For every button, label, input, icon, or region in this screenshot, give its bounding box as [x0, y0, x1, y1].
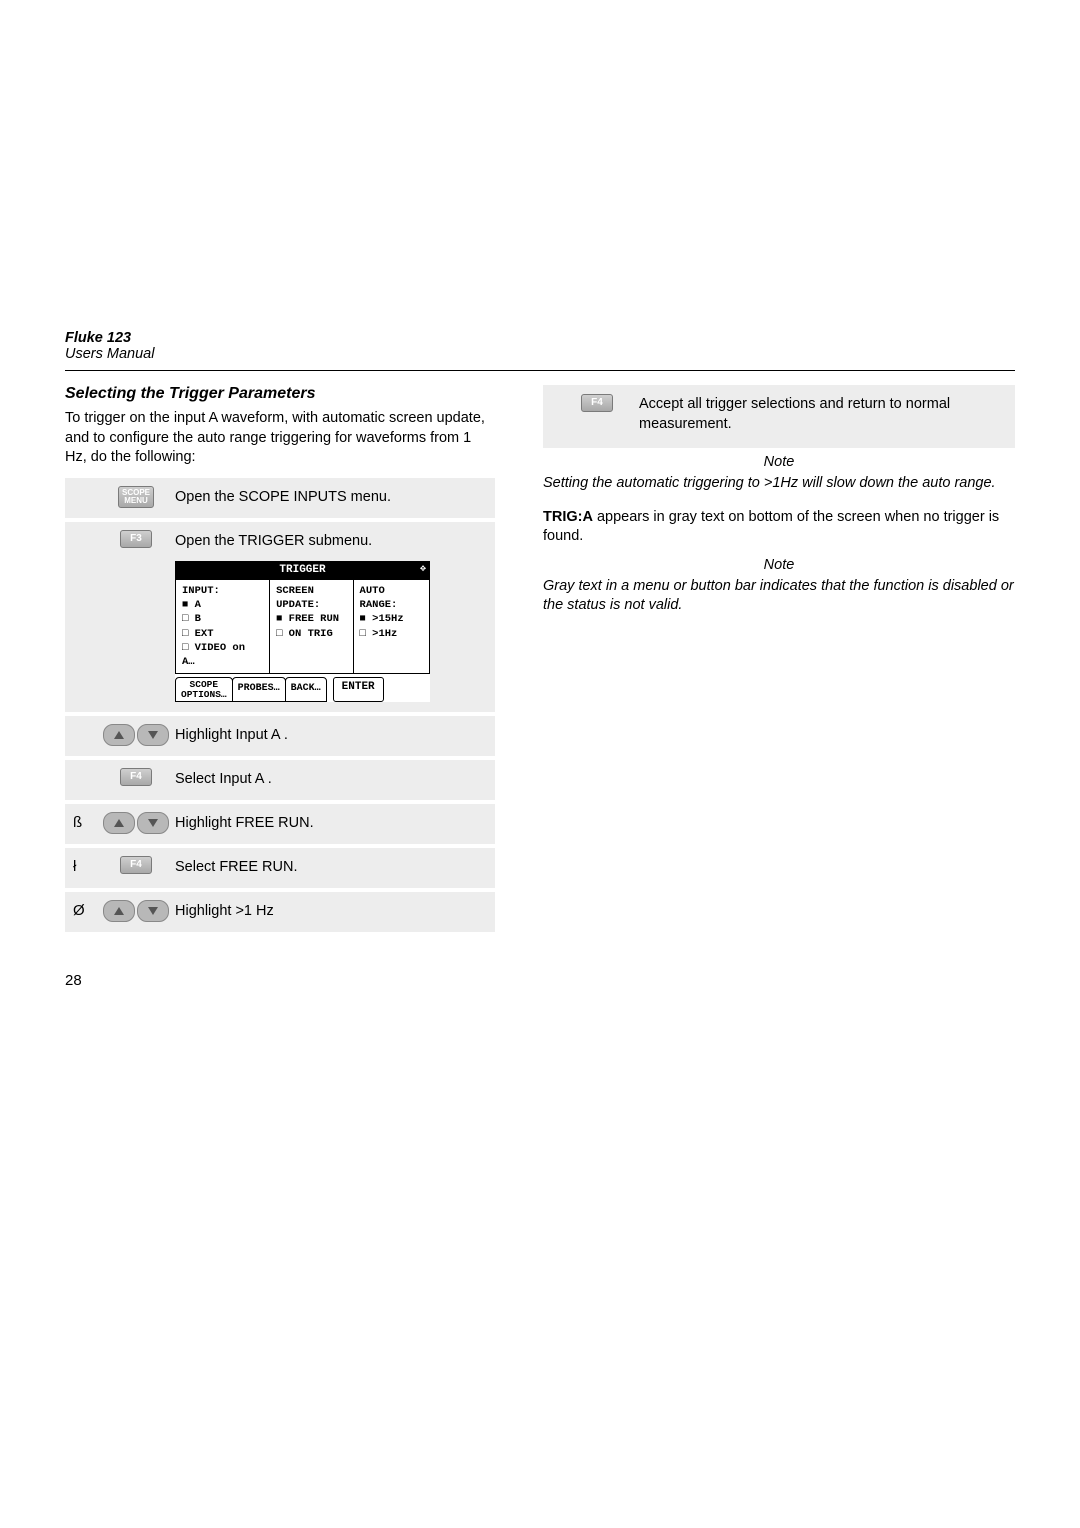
step-number: Ø: [73, 898, 97, 919]
step-number: [73, 766, 97, 770]
step-text: Accept all trigger selections and return…: [639, 391, 1007, 434]
content-columns: Selecting the Trigger Parameters To trig…: [65, 385, 1015, 989]
page-number: 28: [65, 972, 495, 989]
note-heading: Note: [543, 454, 1015, 470]
product-name: Fluke 123: [65, 330, 1015, 346]
right-column: F4 Accept all trigger selections and ret…: [543, 385, 1015, 989]
step-text: Highlight FREE RUN.: [175, 810, 487, 834]
step-number: [73, 484, 97, 488]
step-key: SCOPEMENU: [97, 484, 175, 508]
note-body: Gray text in a menu or button bar indica…: [543, 577, 1015, 616]
step-number: ł: [73, 854, 97, 875]
trigger-menu-illustration: TRIGGER ✥ INPUT: A B EXT VIDEO on A…: [175, 561, 430, 702]
step-key: F4: [97, 766, 175, 786]
step-row: F4 Select Input A .: [65, 760, 495, 800]
f3-key-icon: F3: [120, 530, 152, 548]
f4-key-icon: F4: [120, 856, 152, 874]
step-row: F3 Open the TRIGGER submenu. TRIGGER ✥ I: [65, 522, 495, 712]
down-arrow-icon: [137, 724, 169, 746]
header-rule: [65, 370, 1015, 371]
f4-key-icon: F4: [581, 394, 613, 412]
step-text: Open the TRIGGER submenu. TRIGGER ✥ INPU…: [175, 528, 487, 702]
step-row: SCOPEMENU Open the SCOPE INPUTS menu.: [65, 478, 495, 518]
scope-menu-key-icon: SCOPEMENU: [118, 486, 154, 508]
step-row: Highlight Input A .: [65, 716, 495, 756]
left-column: Selecting the Trigger Parameters To trig…: [65, 385, 495, 989]
section-title: Selecting the Trigger Parameters: [65, 385, 495, 403]
trigger-col-auto: AUTO RANGE: >15Hz >1Hz: [354, 580, 429, 673]
note-heading: Note: [543, 557, 1015, 573]
softkey-enter: ENTER: [333, 677, 384, 702]
softkey-scope-options: SCOPE OPTIONS…: [175, 677, 233, 702]
step-key: [97, 722, 175, 746]
step-number: [73, 722, 97, 726]
up-arrow-icon: [103, 812, 135, 834]
up-arrow-icon: [103, 724, 135, 746]
triga-paragraph: TRIG:A appears in gray text on bottom of…: [543, 508, 1015, 547]
triga-text: appears in gray text on bottom of the sc…: [543, 509, 999, 545]
step-key: F3: [97, 528, 175, 548]
step-key: F4: [97, 854, 175, 874]
step-key: F4: [551, 391, 613, 412]
step-number: [73, 528, 97, 532]
step-text: Highlight Input A .: [175, 722, 487, 746]
page-header: Fluke 123 Users Manual: [65, 330, 1015, 362]
step-text: Highlight >1 Hz: [175, 898, 487, 922]
trigger-col-input: INPUT: A B EXT VIDEO on A…: [176, 580, 270, 673]
note-body: Setting the automatic triggering to >1Hz…: [543, 474, 1015, 494]
up-arrow-icon: [103, 900, 135, 922]
step-number: ß: [73, 810, 97, 831]
softkey-back: BACK…: [285, 677, 327, 702]
step-key: [97, 810, 175, 834]
step-text: Open the SCOPE INPUTS menu.: [175, 484, 487, 508]
trigger-menu-title: TRIGGER ✥: [175, 561, 430, 580]
manual-page: Fluke 123 Users Manual Selecting the Tri…: [0, 0, 1080, 989]
step-text: Select Input A .: [175, 766, 487, 790]
step-text: Select FREE RUN.: [175, 854, 487, 878]
down-arrow-icon: [137, 900, 169, 922]
trigger-menu-body: INPUT: A B EXT VIDEO on A… SCREEN UPDATE…: [175, 580, 430, 674]
nav-arrows-icon: ✥: [420, 563, 426, 577]
softkey-probes: PROBES…: [232, 677, 286, 702]
f4-key-icon: F4: [120, 768, 152, 786]
step-row: ł F4 Select FREE RUN.: [65, 848, 495, 888]
manual-label: Users Manual: [65, 346, 1015, 362]
trigger-softkeys: SCOPE OPTIONS… PROBES… BACK… ENTER: [175, 677, 430, 702]
intro-paragraph: To trigger on the input A waveform, with…: [65, 409, 495, 468]
triga-label: TRIG:A: [543, 509, 593, 525]
step-row: Ø Highlight >1 Hz: [65, 892, 495, 932]
step-key: [97, 898, 175, 922]
step-list: SCOPEMENU Open the SCOPE INPUTS menu. F3…: [65, 478, 495, 932]
final-step-row: F4 Accept all trigger selections and ret…: [543, 385, 1015, 448]
step-row: ß Highlight FREE RUN.: [65, 804, 495, 844]
down-arrow-icon: [137, 812, 169, 834]
trigger-col-screen: SCREEN UPDATE: FREE RUN ON TRIG: [270, 580, 353, 673]
